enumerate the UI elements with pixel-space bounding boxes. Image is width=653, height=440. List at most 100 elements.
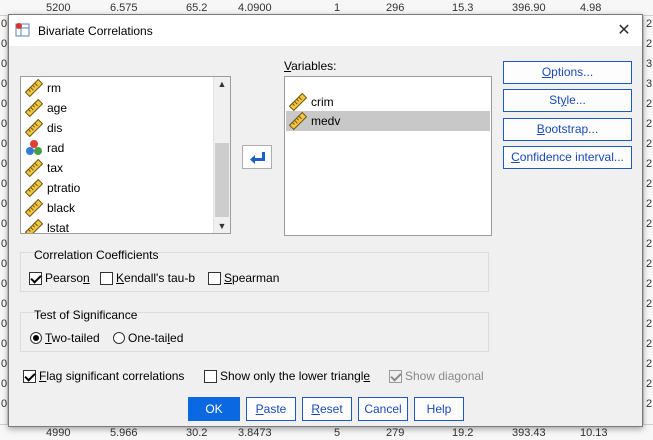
bg-cell: 5200	[46, 2, 71, 14]
cancel-button[interactable]: Cancel	[358, 397, 408, 421]
bg-cell: 2	[646, 358, 653, 370]
lower-triangle-checkbox[interactable]	[204, 369, 217, 383]
reset-button[interactable]: Reset	[302, 397, 352, 421]
move-variable-button[interactable]	[242, 145, 272, 169]
kendall-checkbox[interactable]	[100, 271, 113, 285]
bg-cell: 2	[646, 138, 653, 150]
target-variable-item[interactable]: crim	[286, 92, 490, 112]
scale-icon	[25, 79, 43, 97]
bg-cell: 2	[646, 98, 653, 110]
options-button[interactable]: Options...	[503, 61, 632, 84]
bg-cell: 0	[1, 158, 8, 170]
bg-cell: 0	[1, 238, 8, 250]
correlations-app-icon	[15, 23, 30, 37]
variable-name: medv	[311, 114, 341, 128]
scale-icon	[25, 99, 43, 117]
test-of-significance-title: Test of Significance	[34, 308, 138, 322]
pearson-label: Pearson	[45, 271, 90, 285]
spearman-option[interactable]: Spearman	[208, 271, 279, 285]
source-variable-item[interactable]: lstat	[25, 218, 70, 234]
source-variable-item[interactable]: black	[25, 198, 75, 218]
bg-cell: 0	[1, 378, 8, 390]
source-variable-item[interactable]: rad	[25, 138, 64, 158]
bg-cell: 2	[646, 118, 653, 130]
bg-cell: 2	[646, 38, 653, 50]
source-variable-list[interactable]: ▲ ▼ rm age dis rad tax ptratio black lstat	[20, 76, 231, 234]
source-variable-item[interactable]: ptratio	[25, 178, 80, 198]
flag-significant-checkbox[interactable]	[23, 369, 36, 383]
source-variable-item[interactable]: age	[25, 98, 67, 118]
confidence-interval-button[interactable]: Confidence interval...	[503, 146, 632, 169]
show-diagonal-checkbox	[389, 369, 402, 383]
scroll-up-arrow-icon[interactable]: ▲	[214, 77, 230, 91]
show-diagonal-option: Show diagonal	[389, 369, 484, 383]
bg-cell: 393.43	[512, 427, 546, 439]
target-variable-item[interactable]: medv	[286, 111, 490, 131]
bg-cell: 396.90	[512, 2, 546, 14]
close-button[interactable]: ✕	[614, 21, 634, 41]
two-tailed-radio[interactable]	[30, 332, 42, 344]
variable-name: tax	[47, 161, 64, 175]
two-tailed-option[interactable]: Two-tailed	[30, 331, 100, 345]
source-variable-item[interactable]: rm	[25, 78, 61, 98]
source-variable-item[interactable]: dis	[25, 118, 62, 138]
bg-cell: 3	[646, 58, 653, 70]
bg-cell: 1	[334, 2, 341, 14]
ok-button[interactable]: OK	[188, 397, 240, 421]
paste-button[interactable]: Paste	[246, 397, 296, 421]
bivariate-correlations-dialog: Bivariate Correlations ✕ ▲ ▼ rm age dis rad…	[8, 14, 643, 427]
correlation-coefficients-title: Correlation Coefficients	[34, 248, 159, 262]
lower-triangle-option[interactable]: Show only the lower triangle	[204, 369, 370, 383]
style-button[interactable]: Style...	[503, 89, 632, 112]
kendall-option[interactable]: Kendall's tau-b	[100, 271, 195, 285]
bg-cell: 0	[1, 198, 8, 210]
scale-icon	[289, 112, 307, 130]
help-button[interactable]: Help	[414, 397, 464, 421]
show-diagonal-label: Show diagonal	[405, 369, 484, 383]
bg-cell: 0	[1, 398, 8, 410]
variable-name: black	[47, 201, 76, 215]
pearson-checkbox[interactable]	[29, 271, 42, 285]
variables-target-list[interactable]: crim medv	[284, 76, 492, 236]
scale-icon	[25, 199, 43, 217]
bg-cell: 0	[1, 298, 8, 310]
one-tailed-radio[interactable]	[113, 332, 125, 344]
source-variable-item[interactable]: tax	[25, 158, 63, 178]
variable-name: ptratio	[47, 181, 81, 195]
title-bar[interactable]: Bivariate Correlations ✕	[9, 15, 642, 46]
bg-cell: 6.575	[110, 2, 138, 14]
bg-cell: 2	[646, 178, 653, 190]
bg-cell: 3.8473	[238, 427, 272, 439]
arrow-left-icon	[250, 152, 265, 164]
scroll-thumb[interactable]	[215, 143, 229, 217]
scale-icon	[289, 93, 307, 111]
spearman-checkbox[interactable]	[208, 271, 221, 285]
bg-cell: 2	[646, 318, 653, 330]
variable-name: lstat	[47, 221, 70, 234]
nominal-icon	[26, 140, 42, 155]
scroll-down-arrow-icon[interactable]: ▼	[214, 219, 230, 233]
bg-cell: 0	[1, 318, 8, 330]
bg-cell: 4990	[46, 427, 71, 439]
bg-cell: 0	[1, 78, 8, 90]
bg-cell: 5	[334, 427, 341, 439]
variable-name: age	[47, 101, 68, 115]
bg-cell: 4.98	[580, 2, 602, 14]
one-tailed-option[interactable]: One-tailed	[113, 331, 183, 345]
bg-cell: 4.0900	[238, 2, 272, 14]
flag-significant-option[interactable]: Flag significant correlations	[23, 369, 184, 383]
scale-icon	[25, 159, 43, 177]
bg-cell: 19.2	[452, 427, 474, 439]
bg-cell: 0	[1, 38, 8, 50]
background-left-column: 0 0 0 0 0 0 0 0 0 0 0 0 0 0 0 0 0 0 0 0	[0, 16, 8, 424]
bg-cell: 2	[646, 398, 653, 410]
pearson-option[interactable]: Pearson	[29, 271, 90, 285]
bg-cell: 2	[646, 238, 653, 250]
scale-icon	[25, 179, 43, 197]
bg-cell: 2	[646, 258, 653, 270]
source-list-scrollbar[interactable]: ▲ ▼	[213, 77, 230, 233]
bg-cell: 279	[386, 427, 405, 439]
bootstrap-button[interactable]: Bootstrap...	[503, 118, 632, 141]
variable-name: dis	[47, 121, 63, 135]
bg-cell: 0	[1, 98, 8, 110]
